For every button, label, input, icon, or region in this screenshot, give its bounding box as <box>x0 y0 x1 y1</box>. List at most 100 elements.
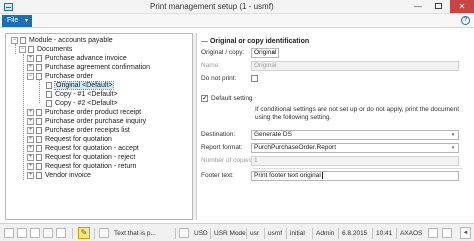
file-menu-button[interactable]: File ▾ <box>2 15 32 27</box>
document-icon <box>36 73 42 80</box>
expand-icon[interactable]: + <box>27 172 34 179</box>
expand-icon[interactable]: + <box>27 118 34 125</box>
number-of-copies-label: Number of copies: <box>201 157 254 164</box>
collapse-icon[interactable]: − <box>19 46 26 53</box>
tree-connector <box>23 54 24 180</box>
status-time: 10:41 <box>376 230 393 237</box>
tree-connector <box>15 44 16 54</box>
expand-icon[interactable]: + <box>27 109 34 116</box>
default-setting-info: If conditional settings are not set up o… <box>255 106 460 121</box>
tree-item-request-for-quotation-accept[interactable]: + Request for quotation - accept <box>27 144 139 153</box>
tree-item-label: Vendor invoice <box>45 172 91 179</box>
title-bar: Print management setup (1 - usmf) — ✕ <box>0 0 474 14</box>
document-icon <box>36 136 42 143</box>
chevron-down-icon: ▾ <box>451 132 455 138</box>
tree-item-purchase-order-receipts-list[interactable]: + Purchase order receipts list <box>27 126 130 135</box>
tree-item-label: Original <Default> <box>53 81 115 90</box>
form-icon <box>4 3 13 11</box>
collapse-icon[interactable]: − <box>27 73 34 80</box>
status-separator <box>312 228 313 239</box>
chevron-down-icon: ▾ <box>451 145 455 151</box>
document-icon <box>46 91 52 98</box>
close-button[interactable]: ✕ <box>450 0 474 13</box>
tree-item-label: Request for quotation - reject <box>45 154 136 161</box>
expand-icon[interactable]: + <box>27 127 34 134</box>
status-box[interactable] <box>56 228 66 238</box>
footer-text-input[interactable]: Print footer text original <box>251 171 459 181</box>
report-format-select[interactable]: PurchPurchaseOrder.Report ▾ <box>251 143 459 153</box>
footer-text-value: Print footer text original <box>254 172 321 180</box>
status-box[interactable] <box>99 228 109 238</box>
tree-item-purchase-order[interactable]: − Purchase order <box>27 72 93 81</box>
do-not-print-checkbox[interactable] <box>251 75 258 82</box>
status-box[interactable] <box>179 228 189 238</box>
tree-item-module[interactable]: − Module - accounts payable <box>11 36 113 45</box>
tree-item-copy-1-default[interactable]: Copy - #1 <Default> <box>46 90 118 99</box>
name-label: Name: <box>201 62 221 69</box>
close-icon: ✕ <box>458 2 466 11</box>
status-box[interactable] <box>4 228 14 238</box>
status-box[interactable] <box>442 228 452 238</box>
tree-item-purchase-advance-invoice[interactable]: + Purchase advance invoice <box>27 54 127 63</box>
expand-icon[interactable]: + <box>27 136 34 143</box>
panel-splitter[interactable] <box>193 33 197 220</box>
report-format-label: Report format: <box>201 144 243 151</box>
status-separator <box>372 228 373 239</box>
tree-item-label: Module - accounts payable <box>29 37 113 44</box>
document-tree[interactable]: − Module - accounts payable − Documents + P… <box>5 33 193 220</box>
tree-item-label: Request for quotation - return <box>45 163 137 170</box>
status-box[interactable] <box>43 228 53 238</box>
default-setting-label: Default setting <box>211 95 253 102</box>
destination-value: Generate DS <box>254 131 292 138</box>
tree-item-label: Copy - #1 <Default> <box>55 91 118 98</box>
tree-item-purchase-order-product-receipt[interactable]: + Purchase order product receipt <box>27 108 141 117</box>
do-not-print-label: Do not print: <box>201 75 237 82</box>
tree-item-label: Purchase order receipts list <box>45 127 130 134</box>
status-box[interactable] <box>428 228 438 238</box>
document-icon <box>36 145 42 152</box>
original-copy-select[interactable]: Original ▾ <box>251 48 279 58</box>
chevron-down-icon: ▾ <box>24 18 28 24</box>
help-icon[interactable]: ? <box>461 16 470 25</box>
tree-item-vendor-invoice[interactable]: + Vendor invoice <box>27 171 91 180</box>
chevron-left-icon[interactable]: ◄ <box>460 227 471 239</box>
tree-item-label: Request for quotation - accept <box>45 145 139 152</box>
minimize-button[interactable]: — <box>408 0 428 13</box>
tree-item-documents[interactable]: − Documents <box>19 45 72 54</box>
status-box[interactable] <box>17 228 27 238</box>
tree-item-purchase-agreement-confirmation[interactable]: + Purchase agreement confirmation <box>27 63 150 72</box>
tree-item-request-for-quotation-reject[interactable]: + Request for quotation - reject <box>27 153 135 162</box>
tree-item-label: Request for quotation <box>45 136 112 143</box>
tree-item-original-default[interactable]: Original <Default> <box>46 81 115 90</box>
tree-item-request-for-quotation-return[interactable]: + Request for quotation - return <box>27 162 136 171</box>
section-title: — Original or copy identification <box>201 38 310 45</box>
tree-connector <box>39 79 40 103</box>
expand-icon[interactable]: + <box>27 145 34 152</box>
maximize-button[interactable] <box>428 0 448 13</box>
status-server: AXAOS <box>400 230 423 237</box>
expand-icon[interactable]: + <box>27 163 34 170</box>
status-separator <box>94 228 95 239</box>
document-icon <box>46 100 52 107</box>
chevron-down-icon: ▾ <box>271 50 275 56</box>
destination-select[interactable]: Generate DS ▾ <box>251 130 459 140</box>
document-icon <box>46 82 52 89</box>
number-of-copies-value: 1 <box>254 157 258 164</box>
text-cursor <box>321 172 323 179</box>
expand-icon[interactable]: + <box>27 55 34 62</box>
tree-item-request-for-quotation[interactable]: + Request for quotation <box>27 135 112 144</box>
status-date: 6.8.2015 <box>342 230 368 237</box>
status-user: Admin <box>316 230 335 237</box>
collapse-icon[interactable]: − <box>11 37 18 44</box>
expand-icon[interactable]: + <box>27 154 34 161</box>
tree-item-copy-2-default[interactable]: Copy - #2 <Default> <box>46 99 118 108</box>
expand-icon[interactable]: + <box>27 64 34 71</box>
section-title-text: Original or copy identification <box>209 38 310 45</box>
tree-item-purchase-order-purchase-inquiry[interactable]: + Purchase order purchase inquiry <box>27 117 146 126</box>
tree-item-label: Purchase advance invoice <box>45 55 127 62</box>
default-setting-checkbox[interactable] <box>201 94 208 102</box>
status-task-text: Text that is p... <box>114 230 156 237</box>
status-separator <box>264 228 265 239</box>
edit-icon[interactable]: ✎ <box>78 227 90 239</box>
status-box[interactable] <box>30 228 40 238</box>
